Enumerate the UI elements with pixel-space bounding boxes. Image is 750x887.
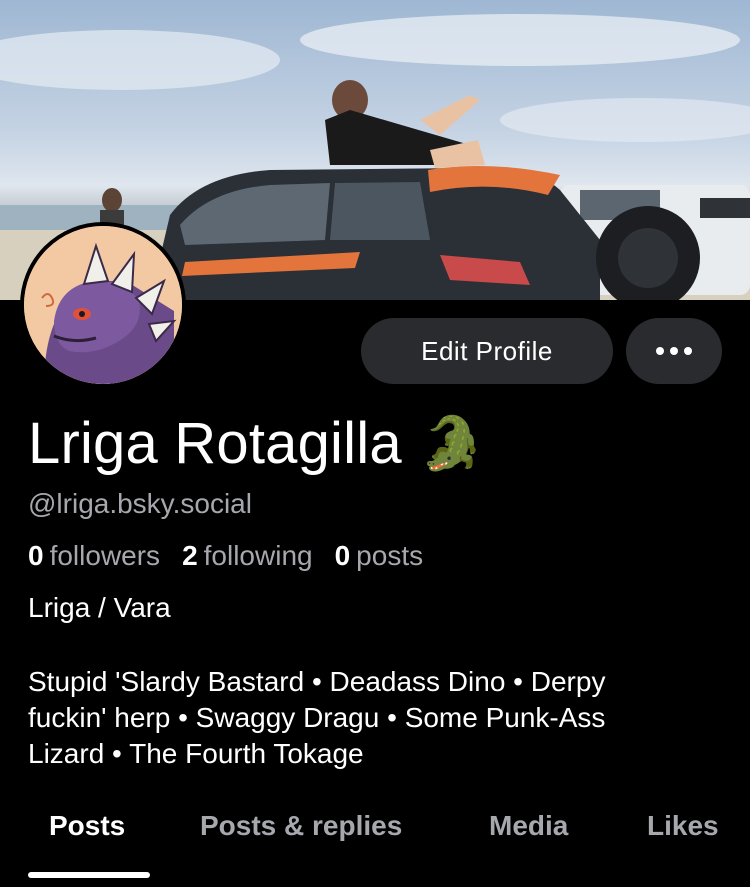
tab-posts-and-replies[interactable]: Posts & replies	[200, 810, 402, 842]
tab-media[interactable]: Media	[489, 810, 568, 842]
bio-line: fuckin' herp • Swaggy Dragu • Some Punk-…	[28, 702, 606, 733]
bio-title: Lriga / Vara	[28, 592, 171, 623]
posts-stat: 0 posts	[335, 540, 424, 572]
profile-tabs: Posts Posts & replies Media Likes	[0, 810, 750, 887]
more-dots-icon	[656, 347, 692, 355]
active-tab-indicator	[28, 872, 150, 878]
profile-handle: @lriga.bsky.social	[28, 488, 252, 519]
tab-likes[interactable]: Likes	[647, 810, 719, 842]
tab-posts[interactable]: Posts	[49, 810, 125, 842]
dinosaur-avatar	[24, 226, 182, 384]
posts-count: 0	[334, 540, 351, 571]
bio-text: Stupid 'Slardy Bastard • Deadass Dino • …	[28, 664, 728, 772]
following-label: following	[203, 540, 313, 571]
followers-stat[interactable]: 0 followers	[28, 540, 160, 572]
more-options-button[interactable]	[626, 318, 722, 384]
display-name-row: Lriga Rotagilla 🐊	[28, 410, 485, 477]
display-name: Lriga Rotagilla	[28, 411, 402, 476]
followers-label: followers	[49, 540, 161, 571]
profile-stats: 0 followers 2 following 0 posts	[28, 540, 423, 572]
bio-line: Stupid 'Slardy Bastard • Deadass Dino • …	[28, 666, 606, 697]
posts-label: posts	[356, 540, 424, 571]
following-count: 2	[182, 540, 198, 571]
edit-profile-button[interactable]: Edit Profile	[361, 318, 613, 384]
profile-avatar[interactable]	[20, 222, 186, 388]
crocodile-emoji-icon: 🐊	[419, 415, 485, 473]
followers-count: 0	[28, 540, 44, 571]
following-stat[interactable]: 2 following	[182, 540, 313, 572]
bio-line: Lizard • The Fourth Tokage	[28, 738, 364, 769]
